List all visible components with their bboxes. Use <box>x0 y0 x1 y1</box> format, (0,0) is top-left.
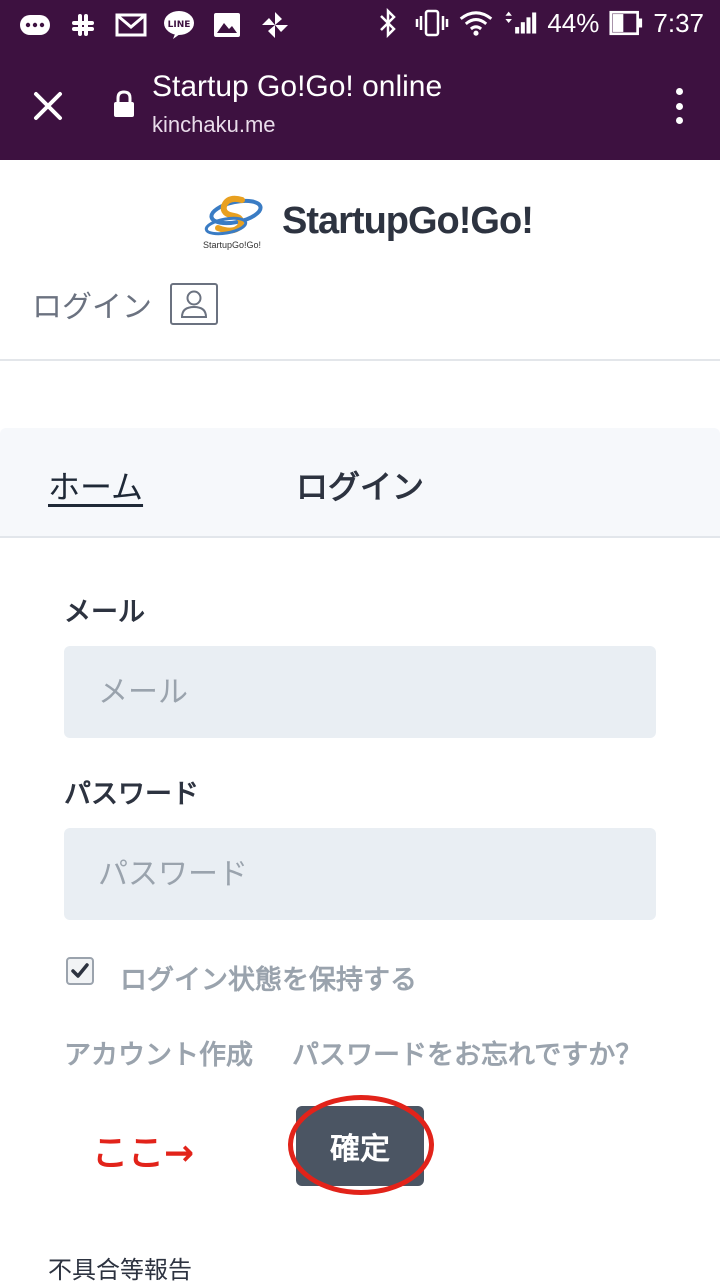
remember-me-label[interactable]: ログイン状態を保持する <box>120 958 417 997</box>
signal-icon <box>503 6 537 40</box>
battery-percent: 44% <box>547 7 600 38</box>
browser-toolbar: Startup Go!Go! online kinchaku.me <box>0 50 720 160</box>
breadcrumb: ホーム ログイン <box>0 428 720 538</box>
clock: 7:37 <box>653 7 704 38</box>
site-logo-text: StartupGo!Go! <box>282 199 534 242</box>
vibrate-icon <box>415 6 449 40</box>
menu-dot-icon <box>675 117 683 124</box>
user-icon <box>170 283 218 325</box>
checkmark-icon <box>71 963 89 978</box>
header-login-link[interactable]: ログイン <box>32 282 218 326</box>
header-login-label: ログイン <box>32 290 152 325</box>
submit-button[interactable]: 確定 <box>296 1106 424 1186</box>
create-account-link[interactable]: アカウント作成 <box>64 1033 253 1072</box>
line-icon: LINE <box>162 8 196 42</box>
browser-page-title: Startup Go!Go! online <box>152 70 443 103</box>
lock-icon <box>112 90 136 118</box>
svg-text:LINE: LINE <box>168 20 191 30</box>
logo-mark-text: StartupGo!Go! <box>203 240 261 250</box>
menu-dot-icon <box>675 102 683 110</box>
header-divider <box>0 359 720 361</box>
forgot-password-link[interactable]: パスワードをお忘れですか？ <box>292 1033 642 1072</box>
close-icon <box>34 92 62 120</box>
password-field[interactable] <box>64 828 656 920</box>
logo-mark-icon: StartupGo!Go! <box>203 195 263 250</box>
site-logo[interactable]: StartupGo!Go! StartupGo!Go! <box>200 190 534 252</box>
menu-dot-icon <box>675 88 683 95</box>
browser-url[interactable]: kinchaku.me <box>152 112 276 138</box>
email-label: メール <box>64 597 145 628</box>
breadcrumb-current: ログイン <box>296 468 425 506</box>
battery-icon <box>609 6 643 40</box>
gmail-icon <box>114 8 148 42</box>
image-icon <box>210 8 244 42</box>
annotation-here-arrow: ここ→ <box>92 1133 195 1174</box>
pinwheel-icon <box>258 8 292 42</box>
overflow-menu-button[interactable] <box>664 84 694 128</box>
status-bar: LINE 44% 7:37 <box>0 0 720 50</box>
slack-icon <box>66 8 100 42</box>
notification-icons: LINE <box>18 8 292 42</box>
email-field[interactable] <box>64 646 656 738</box>
message-icon <box>18 8 52 42</box>
remember-me-checkbox[interactable] <box>66 957 94 985</box>
close-tab-button[interactable] <box>22 80 74 132</box>
system-indicators: 44% 7:37 <box>371 6 704 40</box>
bluetooth-icon <box>371 6 405 40</box>
breadcrumb-home-link[interactable]: ホーム <box>48 462 143 508</box>
password-label: パスワード <box>64 779 199 810</box>
wifi-icon <box>459 6 493 40</box>
